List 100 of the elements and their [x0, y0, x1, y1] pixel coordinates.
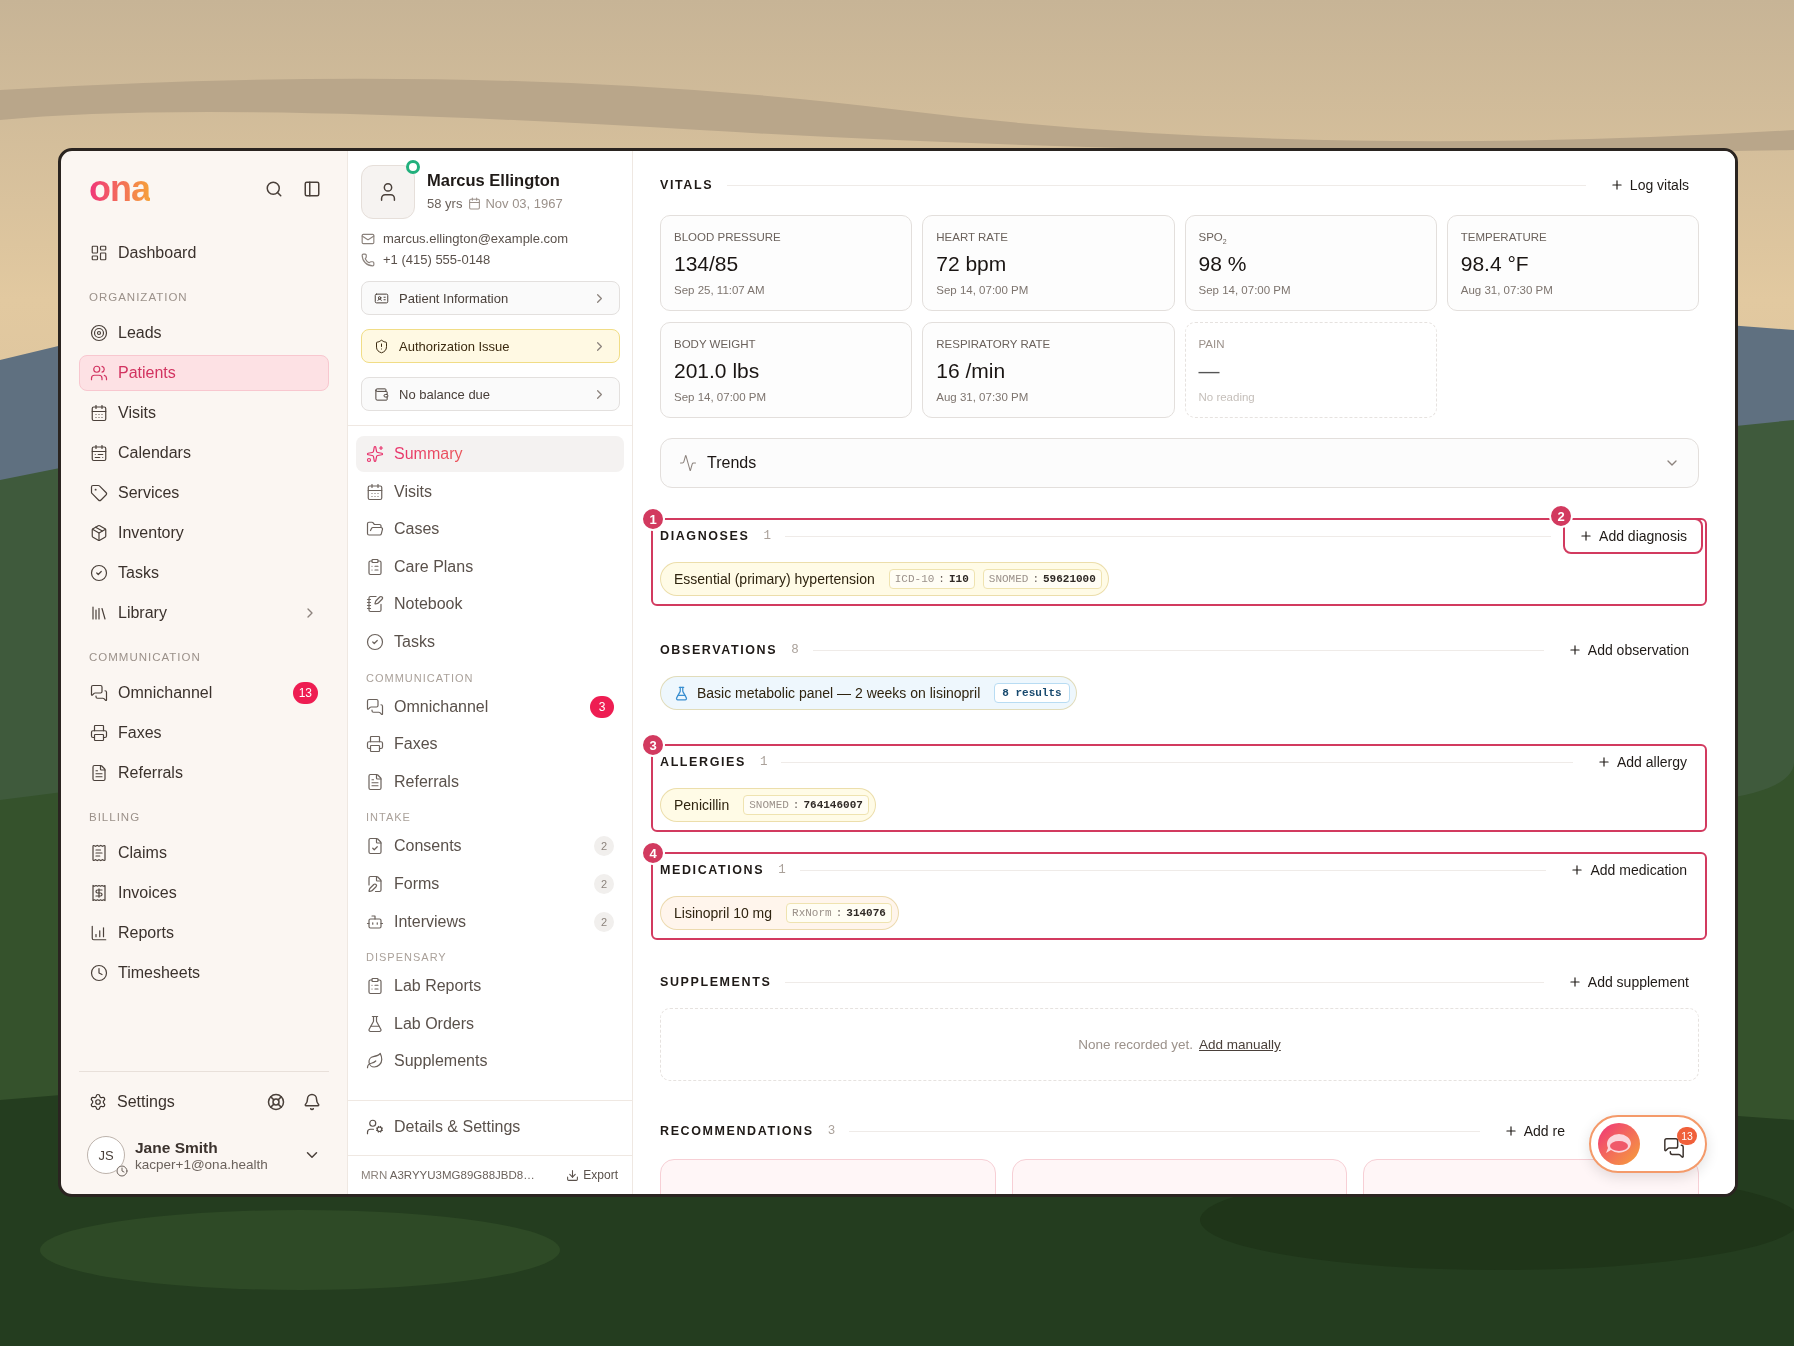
- sidebar-item[interactable]: Services: [79, 475, 329, 511]
- add-button[interactable]: Add allergy: [1586, 748, 1697, 776]
- section-heading: INTAKE: [365, 810, 412, 826]
- check-circle-icon: [366, 632, 384, 651]
- vital-value: 98 %: [1198, 252, 1248, 276]
- sidebar-item[interactable]: Tasks: [79, 555, 329, 591]
- trends-toggle[interactable]: Trends: [660, 438, 1699, 488]
- patient-nav-item[interactable]: Omnichannel 3: [356, 688, 624, 725]
- vital-value: 72 bpm: [936, 252, 1008, 276]
- vital-label: TEMPERATURE: [1460, 230, 1548, 244]
- patient-action-button[interactable]: No balance due: [361, 377, 620, 411]
- sidebar-item[interactable]: Patients: [79, 355, 329, 391]
- clipboard-icon: [366, 557, 384, 576]
- chat-icon: [366, 697, 384, 716]
- patient-nav-item[interactable]: Forms 2: [356, 865, 624, 902]
- details-settings-link[interactable]: Details & Settings: [356, 1109, 624, 1146]
- add-button[interactable]: Add re: [1493, 1117, 1575, 1145]
- vital-label: SPO$_{2}$: [1198, 230, 1228, 244]
- add-button[interactable]: Add medication: [1560, 856, 1697, 884]
- plus-icon: [1567, 643, 1582, 657]
- vital-label: RESPIRATORY RATE: [936, 337, 1052, 351]
- add-manually-link[interactable]: Add manually: [1199, 1037, 1281, 1052]
- patient-action-button[interactable]: Authorization Issue: [361, 329, 620, 363]
- record-chip[interactable]: Lisinopril 10 mg RxNorm : 314076: [660, 896, 899, 930]
- code-tag: RxNorm : 314076: [786, 903, 892, 923]
- sidebar-item[interactable]: Timesheets: [79, 955, 329, 991]
- add-button[interactable]: Add supplement: [1557, 968, 1699, 996]
- document-icon: [366, 772, 384, 791]
- record-chip[interactable]: Essential (primary) hypertension ICD-10 : I10 SNOMED : 59621000: [660, 562, 1109, 596]
- leaf-icon: [366, 1052, 384, 1071]
- birth-date: Nov 03, 1967: [485, 196, 563, 211]
- section-title: OBSERVATIONS: [660, 643, 778, 657]
- section-title: MEDICATIONS: [660, 863, 765, 877]
- callout-number: 4: [641, 841, 665, 865]
- count-badge: 2: [594, 873, 614, 894]
- patient-nav-item[interactable]: Lab Orders: [356, 1005, 624, 1042]
- sidebar-item[interactable]: Inventory: [79, 515, 329, 551]
- sidebar-item[interactable]: Referrals: [79, 755, 329, 791]
- patient-nav-item[interactable]: Cases: [356, 511, 624, 548]
- section-heading: BILLING: [88, 810, 142, 825]
- tag-icon: [90, 484, 108, 502]
- patient-nav-item[interactable]: Referrals: [356, 763, 624, 800]
- export-button[interactable]: Export: [566, 1168, 618, 1182]
- patient-nav-item[interactable]: Care Plans: [356, 548, 624, 585]
- patient-action-button[interactable]: Patient Information: [361, 281, 620, 315]
- plus-icon: [1579, 529, 1594, 543]
- section-count: 1: [763, 529, 771, 543]
- code-tag: SNOMED : 59621000: [982, 569, 1102, 589]
- section-count: 3: [827, 1124, 836, 1138]
- section-title: SUPPLEMENTS: [660, 975, 772, 989]
- sidebar-item[interactable]: Dashboard: [79, 235, 329, 271]
- sidebar-item[interactable]: Leads: [79, 315, 329, 351]
- sidebar-item[interactable]: Claims: [79, 835, 329, 871]
- calendar-icon: [366, 482, 384, 501]
- sidebar-item[interactable]: Calendars: [79, 435, 329, 471]
- calendars-icon: [90, 444, 108, 462]
- empty-text: None recorded yet.: [1078, 1037, 1193, 1052]
- receipt-icon: [90, 844, 108, 862]
- vital-label: BODY WEIGHT: [674, 337, 757, 351]
- user-email: kacper+1@ona.health: [135, 1156, 269, 1172]
- printer-icon: [90, 724, 108, 742]
- sidebar-item[interactable]: Library: [79, 595, 329, 631]
- patient-nav-item[interactable]: Consents 2: [356, 828, 624, 865]
- patient-nav-item[interactable]: Faxes: [356, 726, 624, 763]
- plus-icon: [1503, 1124, 1518, 1138]
- patient-nav-item[interactable]: Visits: [356, 473, 624, 510]
- vital-value: 134/85: [674, 252, 740, 276]
- vital-time: No reading: [1198, 391, 1256, 403]
- section-heading: COMMUNICATION: [88, 650, 202, 665]
- patient-nav-item[interactable]: Interviews 2: [356, 903, 624, 940]
- target-icon: [90, 324, 108, 342]
- count-badge: 2: [594, 911, 614, 932]
- patient-nav-item[interactable]: Tasks: [356, 623, 624, 660]
- patient-name: Marcus Ellington: [427, 171, 561, 190]
- user-avatar[interactable]: JS: [87, 1136, 125, 1174]
- sidebar-item[interactable]: Invoices: [79, 875, 329, 911]
- section-title: RECOMMENDATIONS: [660, 1124, 814, 1138]
- mail-icon: [361, 231, 375, 246]
- patient-nav-item[interactable]: Notebook: [356, 586, 624, 623]
- callout-number: 2: [1549, 504, 1574, 528]
- settings-link[interactable]: Settings: [117, 1093, 253, 1111]
- mrn-text: MRN A3RYYU3MG89G88JBD8…: [361, 1169, 535, 1181]
- id-card-icon: [374, 290, 389, 306]
- record-chip[interactable]: Basic metabolic panel — 2 weeks on lisinopril 8 results: [660, 676, 1077, 710]
- code-tag: SNOMED : 764146007: [743, 795, 869, 815]
- download-icon: [566, 1168, 580, 1182]
- sidebar-item[interactable]: Faxes: [79, 715, 329, 751]
- section-heading: COMMUNICATION: [365, 670, 475, 686]
- patient-nav-item[interactable]: Supplements: [356, 1043, 624, 1080]
- callout-number: 3: [641, 733, 665, 757]
- patient-nav-item[interactable]: Lab Reports: [356, 968, 624, 1005]
- record-chip[interactable]: Penicillin SNOMED : 764146007: [660, 788, 876, 822]
- log-vitals-button[interactable]: Log vitals: [1599, 171, 1699, 199]
- folder-icon: [366, 520, 384, 539]
- sidebar-item[interactable]: Visits: [79, 395, 329, 431]
- add-button[interactable]: Add observation: [1557, 636, 1699, 664]
- sidebar-item[interactable]: Omnichannel 13: [79, 675, 329, 711]
- section-title: DIAGNOSES: [660, 529, 750, 543]
- file-pen-icon: [366, 874, 384, 893]
- sidebar-item[interactable]: Reports: [79, 915, 329, 951]
